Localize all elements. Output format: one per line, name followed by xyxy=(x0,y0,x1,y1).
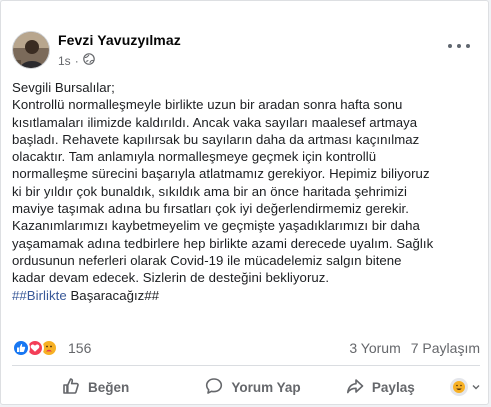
globe-icon[interactable] xyxy=(82,53,95,68)
post-line: ordusunun neferleri olarak Covid-19 ile … xyxy=(12,252,402,268)
post-line: kadar devam edecek. Sizlerin de desteğin… xyxy=(12,270,330,286)
post-text: Sevgili Bursalılar; Kontrollü normalleşm… xyxy=(12,79,482,304)
thumbs-up-icon xyxy=(62,377,80,398)
reaction-selector[interactable] xyxy=(444,371,480,403)
post-line: Kazanımlarımızı kaybetmeyelim ve geçmişt… xyxy=(12,218,420,234)
chevron-down-icon xyxy=(472,378,480,396)
like-button[interactable]: Beğen xyxy=(12,371,189,403)
post-line: ki bir yıldır çok bunaldık, sıkıldık ama… xyxy=(12,183,407,199)
comment-bubble-icon xyxy=(205,377,223,398)
comment-button[interactable]: Yorum Yap xyxy=(189,371,316,403)
reaction-summary[interactable]: 156 xyxy=(12,339,91,357)
author-avatar[interactable] xyxy=(12,31,50,69)
post-actions: Beğen Yorum Yap Paylaş xyxy=(12,371,480,403)
share-label: Paylaş xyxy=(371,379,415,395)
actions-divider xyxy=(12,365,480,366)
post-line: yaşamamak adına tedbirlere hep birlikte … xyxy=(12,235,434,251)
comment-count[interactable]: 3 Yorum xyxy=(349,340,400,356)
post-line: olacaktır. Tam anlamıyla normalleşmeye g… xyxy=(12,149,377,165)
share-button[interactable]: Paylaş xyxy=(317,371,444,403)
reaction-count[interactable]: 156 xyxy=(68,340,91,356)
avatar-photo xyxy=(13,32,49,68)
post-time[interactable]: 1s xyxy=(58,54,71,68)
post-line: normalleşme sürecini başarıyla atlatmamı… xyxy=(12,166,430,182)
more-options-icon[interactable] xyxy=(448,39,470,53)
hashtag-suffix: Başaracağız## xyxy=(66,287,160,303)
meta-separator: · xyxy=(74,53,79,68)
hashtag-link[interactable]: #Birlikte xyxy=(19,288,66,303)
comment-label: Yorum Yap xyxy=(231,379,301,395)
post-line: Kontrollü normalleşmeyle birlikte uzun b… xyxy=(12,97,403,113)
post-line: başladı. Rehavete kapılırsak bu sayıları… xyxy=(12,131,420,147)
post-card: Fevzi Yavuzyılmaz 1s · Sevgili Bursalıla… xyxy=(0,0,489,405)
share-arrow-icon xyxy=(346,377,364,398)
post-meta: 1s · xyxy=(58,53,95,68)
post-line: maviye taşımak adına bu fırsatları çok i… xyxy=(12,201,409,217)
hashtag-line: ##Birlikte Başaracağız## xyxy=(12,287,482,304)
share-count[interactable]: 7 Paylaşım xyxy=(411,340,480,356)
post-line: kısıtlamaları ilimizde kaldırıldı. Ancak… xyxy=(12,114,418,130)
emoji-reaction-icon xyxy=(449,378,468,396)
like-reaction-icon xyxy=(12,339,30,357)
post-line: Sevgili Bursalılar; xyxy=(12,80,115,95)
like-label: Beğen xyxy=(88,379,130,395)
post-stats: 156 3 Yorum 7 Paylaşım xyxy=(12,337,480,359)
stats-right: 3 Yorum 7 Paylaşım xyxy=(349,340,480,356)
post-header: Fevzi Yavuzyılmaz 1s · xyxy=(12,29,482,69)
author-name[interactable]: Fevzi Yavuzyılmaz xyxy=(58,32,181,48)
